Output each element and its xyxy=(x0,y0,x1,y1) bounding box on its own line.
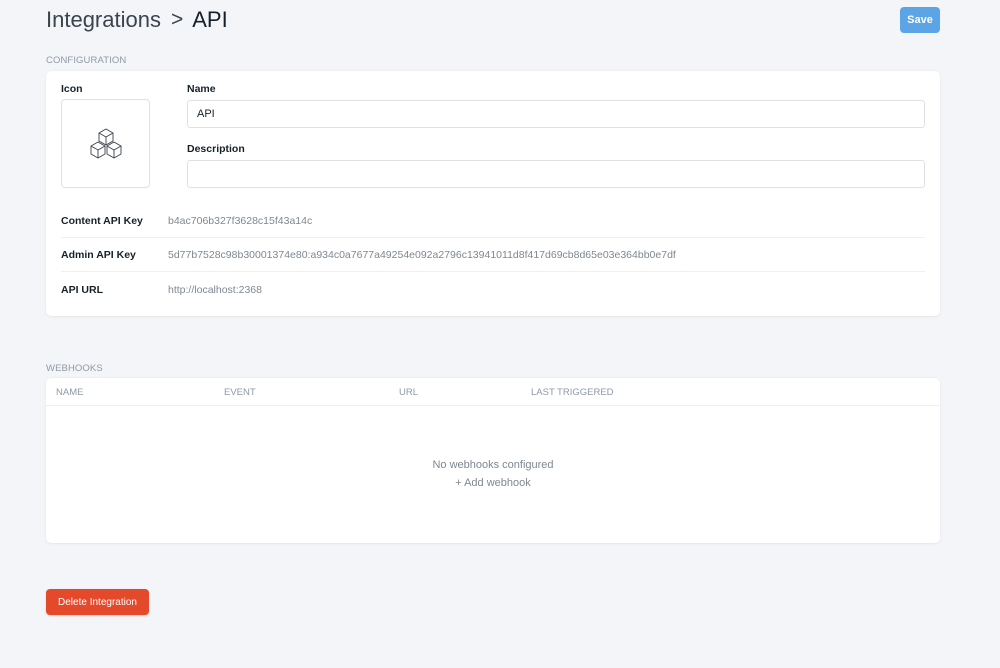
column-header-last-triggered: LAST TRIGGERED xyxy=(531,387,614,398)
content-api-key-value[interactable]: b4ac706b327f3628c15f43a14c xyxy=(168,215,312,227)
breadcrumb-separator: > xyxy=(170,8,184,31)
configuration-section-label: CONFIGURATION xyxy=(46,55,127,66)
icon-label: Icon xyxy=(61,83,83,95)
empty-state-message: No webhooks configured xyxy=(432,459,554,471)
description-label: Description xyxy=(187,143,245,155)
webhooks-table-header: NAME EVENT URL LAST TRIGGERED xyxy=(46,378,940,406)
name-input[interactable] xyxy=(187,100,925,128)
page-title: API xyxy=(192,7,228,32)
admin-api-key-value[interactable]: 5d77b7528c98b30001374e80:a934c0a7677a492… xyxy=(168,249,676,261)
content-api-key-row: Content API Key b4ac706b327f3628c15f43a1… xyxy=(61,204,925,238)
icon-upload[interactable] xyxy=(61,99,150,188)
column-header-name: NAME xyxy=(56,387,84,398)
save-button[interactable]: Save xyxy=(900,7,940,33)
column-header-event: EVENT xyxy=(224,387,256,398)
api-url-label: API URL xyxy=(61,284,103,296)
admin-api-key-label: Admin API Key xyxy=(61,248,136,261)
delete-integration-button[interactable]: Delete Integration xyxy=(46,589,149,615)
cubes-icon xyxy=(90,128,121,158)
column-header-url: URL xyxy=(399,387,419,398)
api-url-row: API URL http://localhost:2368 xyxy=(61,273,925,307)
webhooks-card: NAME EVENT URL LAST TRIGGERED No webhook… xyxy=(46,378,940,543)
description-input[interactable] xyxy=(187,160,925,188)
add-webhook-link[interactable]: + Add webhook xyxy=(46,477,940,489)
api-url-value[interactable]: http://localhost:2368 xyxy=(168,284,262,296)
configuration-card: Icon Name Description Content API Key b4… xyxy=(46,71,940,316)
admin-api-key-row: Admin API Key 5d77b7528c98b30001374e80:a… xyxy=(61,238,925,272)
content-api-key-label: Content API Key xyxy=(61,214,143,227)
breadcrumb-parent-link[interactable]: Integrations xyxy=(46,7,161,33)
breadcrumb: Integrations > API xyxy=(46,7,228,33)
name-label: Name xyxy=(187,83,216,95)
webhooks-section-label: WEBHOOKS xyxy=(46,363,103,374)
